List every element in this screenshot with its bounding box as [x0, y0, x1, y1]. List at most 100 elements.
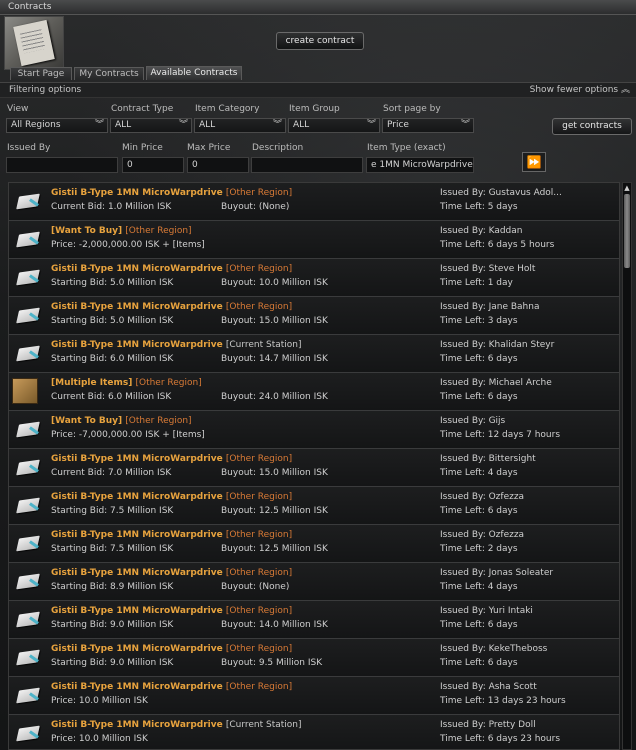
contract-row[interactable]: Gistii B-Type 1MN MicroWarpdrive [Other …	[9, 677, 619, 715]
contract-title[interactable]: Gistii B-Type 1MN MicroWarpdrive [Other …	[51, 264, 292, 274]
contract-row[interactable]: Gistii B-Type 1MN MicroWarpdrive [Other …	[9, 563, 619, 601]
contract-time-left: Time Left: 4 days	[440, 582, 518, 592]
contract-row[interactable]: Gistii B-Type 1MN MicroWarpdrive [Other …	[9, 639, 619, 677]
contract-title[interactable]: Gistii B-Type 1MN MicroWarpdrive [Curren…	[51, 720, 302, 730]
microwarpdrive-icon[interactable]	[15, 455, 41, 481]
list-scrollbar[interactable]: ▲	[622, 182, 632, 750]
contract-name[interactable]: Gistii B-Type 1MN MicroWarpdrive	[51, 606, 223, 616]
browse-item-type-button[interactable]: ⏩	[522, 152, 546, 172]
item-category-select[interactable]: ALL ︾	[194, 118, 286, 133]
contract-name[interactable]: Gistii B-Type 1MN MicroWarpdrive	[51, 340, 223, 350]
microwarpdrive-icon[interactable]	[15, 645, 41, 671]
view-select[interactable]: All Regions ︾	[6, 118, 108, 133]
contract-name[interactable]: Gistii B-Type 1MN MicroWarpdrive	[51, 302, 223, 312]
contract-name[interactable]: Gistii B-Type 1MN MicroWarpdrive	[51, 720, 223, 730]
contract-name[interactable]: Gistii B-Type 1MN MicroWarpdrive	[51, 188, 223, 198]
contract-buyout: Buyout: 12.5 Million ISK	[221, 544, 328, 554]
contract-time-left: Time Left: 6 days	[440, 620, 518, 630]
show-fewer-options-toggle[interactable]: Show fewer options ︽	[530, 83, 630, 97]
contract-location: [Other Region]	[225, 606, 293, 616]
contract-title[interactable]: Gistii B-Type 1MN MicroWarpdrive [Other …	[51, 454, 292, 464]
microwarpdrive-icon[interactable]	[15, 493, 41, 519]
microwarpdrive-icon[interactable]	[15, 189, 41, 215]
contract-title[interactable]: Gistii B-Type 1MN MicroWarpdrive [Other …	[51, 682, 292, 692]
contract-row[interactable]: Gistii B-Type 1MN MicroWarpdrive [Other …	[9, 601, 619, 639]
item-group-select[interactable]: ALL ︾	[288, 118, 380, 133]
microwarpdrive-icon[interactable]	[15, 683, 41, 709]
contract-time-left: Time Left: 6 days	[440, 392, 518, 402]
contract-issuer: Issued By: Gijs	[440, 416, 506, 426]
max-price-input[interactable]: 0	[187, 157, 249, 173]
contract-time-left: Time Left: 6 days	[440, 506, 518, 516]
contract-name[interactable]: Gistii B-Type 1MN MicroWarpdrive	[51, 492, 223, 502]
contract-issuer: Issued By: Jonas Soleater	[440, 568, 554, 578]
contract-title[interactable]: Gistii B-Type 1MN MicroWarpdrive [Other …	[51, 644, 292, 654]
microwarpdrive-icon[interactable]	[15, 303, 41, 329]
contract-price: Price: -7,000,000.00 ISK + [Items]	[51, 430, 205, 440]
contract-name[interactable]: Gistii B-Type 1MN MicroWarpdrive	[51, 264, 223, 274]
description-input[interactable]	[251, 157, 363, 173]
contract-row[interactable]: [Want To Buy] [Other Region] Price: -7,00…	[9, 411, 619, 449]
contract-name[interactable]: [Want To Buy]	[51, 226, 122, 236]
contract-price: Starting Bid: 9.0 Million ISK	[51, 658, 174, 668]
contract-issuer: Issued By: KekeTheboss	[440, 644, 548, 654]
microwarpdrive-icon[interactable]	[15, 569, 41, 595]
contract-row[interactable]: [Multiple Items] [Other Region] Current B…	[9, 373, 619, 411]
contract-row[interactable]: Gistii B-Type 1MN MicroWarpdrive [Other …	[9, 525, 619, 563]
contract-title[interactable]: Gistii B-Type 1MN MicroWarpdrive [Other …	[51, 568, 292, 578]
contract-issuer: Issued By: Jane Bahna	[440, 302, 540, 312]
microwarpdrive-icon[interactable]	[15, 607, 41, 633]
microwarpdrive-icon[interactable]	[15, 341, 41, 367]
contract-title[interactable]: [Want To Buy] [Other Region]	[51, 226, 192, 236]
contract-row[interactable]: Gistii B-Type 1MN MicroWarpdrive [Other …	[9, 297, 619, 335]
contract-price: Starting Bid: 7.5 Million ISK	[51, 544, 174, 554]
contract-issuer: Issued By: Ozfezza	[440, 492, 525, 502]
tab-my-contracts[interactable]: My Contracts	[74, 67, 144, 80]
tab-start-page[interactable]: Start Page	[10, 67, 72, 80]
microwarpdrive-icon[interactable]	[15, 265, 41, 291]
item-type-input[interactable]: e 1MN MicroWarpdrive	[366, 157, 474, 173]
contract-issuer: Issued By: Gustavus Adol...	[440, 188, 562, 198]
microwarpdrive-icon[interactable]	[15, 417, 41, 443]
multiple-items-icon[interactable]	[12, 378, 38, 404]
contract-row[interactable]: Gistii B-Type 1MN MicroWarpdrive [Other …	[9, 259, 619, 297]
contract-row[interactable]: Gistii B-Type 1MN MicroWarpdrive [Other …	[9, 449, 619, 487]
contract-row[interactable]: Gistii B-Type 1MN MicroWarpdrive [Other …	[9, 183, 619, 221]
contract-title[interactable]: Gistii B-Type 1MN MicroWarpdrive [Other …	[51, 302, 292, 312]
contract-name[interactable]: Gistii B-Type 1MN MicroWarpdrive	[51, 682, 223, 692]
contract-name[interactable]: Gistii B-Type 1MN MicroWarpdrive	[51, 568, 223, 578]
sort-page-select[interactable]: Price ︾	[382, 118, 474, 133]
contract-issuer: Issued By: Steve Holt	[440, 264, 536, 274]
microwarpdrive-icon[interactable]	[15, 531, 41, 557]
issued-by-input[interactable]	[6, 157, 118, 173]
contract-row[interactable]: [Want To Buy] [Other Region] Price: -2,00…	[9, 221, 619, 259]
scroll-up-icon[interactable]: ▲	[623, 183, 631, 193]
tab-available-contracts[interactable]: Available Contracts	[146, 66, 242, 80]
contract-name[interactable]: Gistii B-Type 1MN MicroWarpdrive	[51, 454, 223, 464]
contract-name[interactable]: Gistii B-Type 1MN MicroWarpdrive	[51, 644, 223, 654]
get-contracts-button[interactable]: get contracts	[552, 118, 632, 135]
contract-time-left: Time Left: 13 days 23 hours	[440, 696, 566, 706]
contract-price: Current Bid: 1.0 Million ISK	[51, 202, 172, 212]
contract-type-select[interactable]: ALL ︾	[110, 118, 192, 133]
contract-title[interactable]: [Want To Buy] [Other Region]	[51, 416, 192, 426]
contract-buyout: Buyout: 9.5 Million ISK	[221, 658, 323, 668]
min-price-input[interactable]: 0	[122, 157, 184, 173]
contract-title[interactable]: Gistii B-Type 1MN MicroWarpdrive [Curren…	[51, 340, 302, 350]
microwarpdrive-icon[interactable]	[15, 227, 41, 253]
microwarpdrive-icon[interactable]	[15, 721, 41, 747]
contract-row[interactable]: Gistii B-Type 1MN MicroWarpdrive [Curren…	[9, 335, 619, 373]
contract-name[interactable]: [Want To Buy]	[51, 416, 122, 426]
contract-row[interactable]: Gistii B-Type 1MN MicroWarpdrive [Curren…	[9, 715, 619, 749]
contract-location: [Other Region]	[125, 416, 192, 426]
contract-name[interactable]: [Multiple Items]	[51, 378, 132, 388]
contract-row[interactable]: Gistii B-Type 1MN MicroWarpdrive [Other …	[9, 487, 619, 525]
contract-name[interactable]: Gistii B-Type 1MN MicroWarpdrive	[51, 530, 223, 540]
contract-title[interactable]: Gistii B-Type 1MN MicroWarpdrive [Other …	[51, 530, 292, 540]
scroll-thumb[interactable]	[624, 194, 630, 268]
contract-title[interactable]: Gistii B-Type 1MN MicroWarpdrive [Other …	[51, 492, 292, 502]
create-contract-button[interactable]: create contract	[276, 32, 364, 50]
contract-title[interactable]: Gistii B-Type 1MN MicroWarpdrive [Other …	[51, 606, 292, 616]
contract-title[interactable]: [Multiple Items] [Other Region]	[51, 378, 202, 388]
contract-title[interactable]: Gistii B-Type 1MN MicroWarpdrive [Other …	[51, 188, 292, 198]
